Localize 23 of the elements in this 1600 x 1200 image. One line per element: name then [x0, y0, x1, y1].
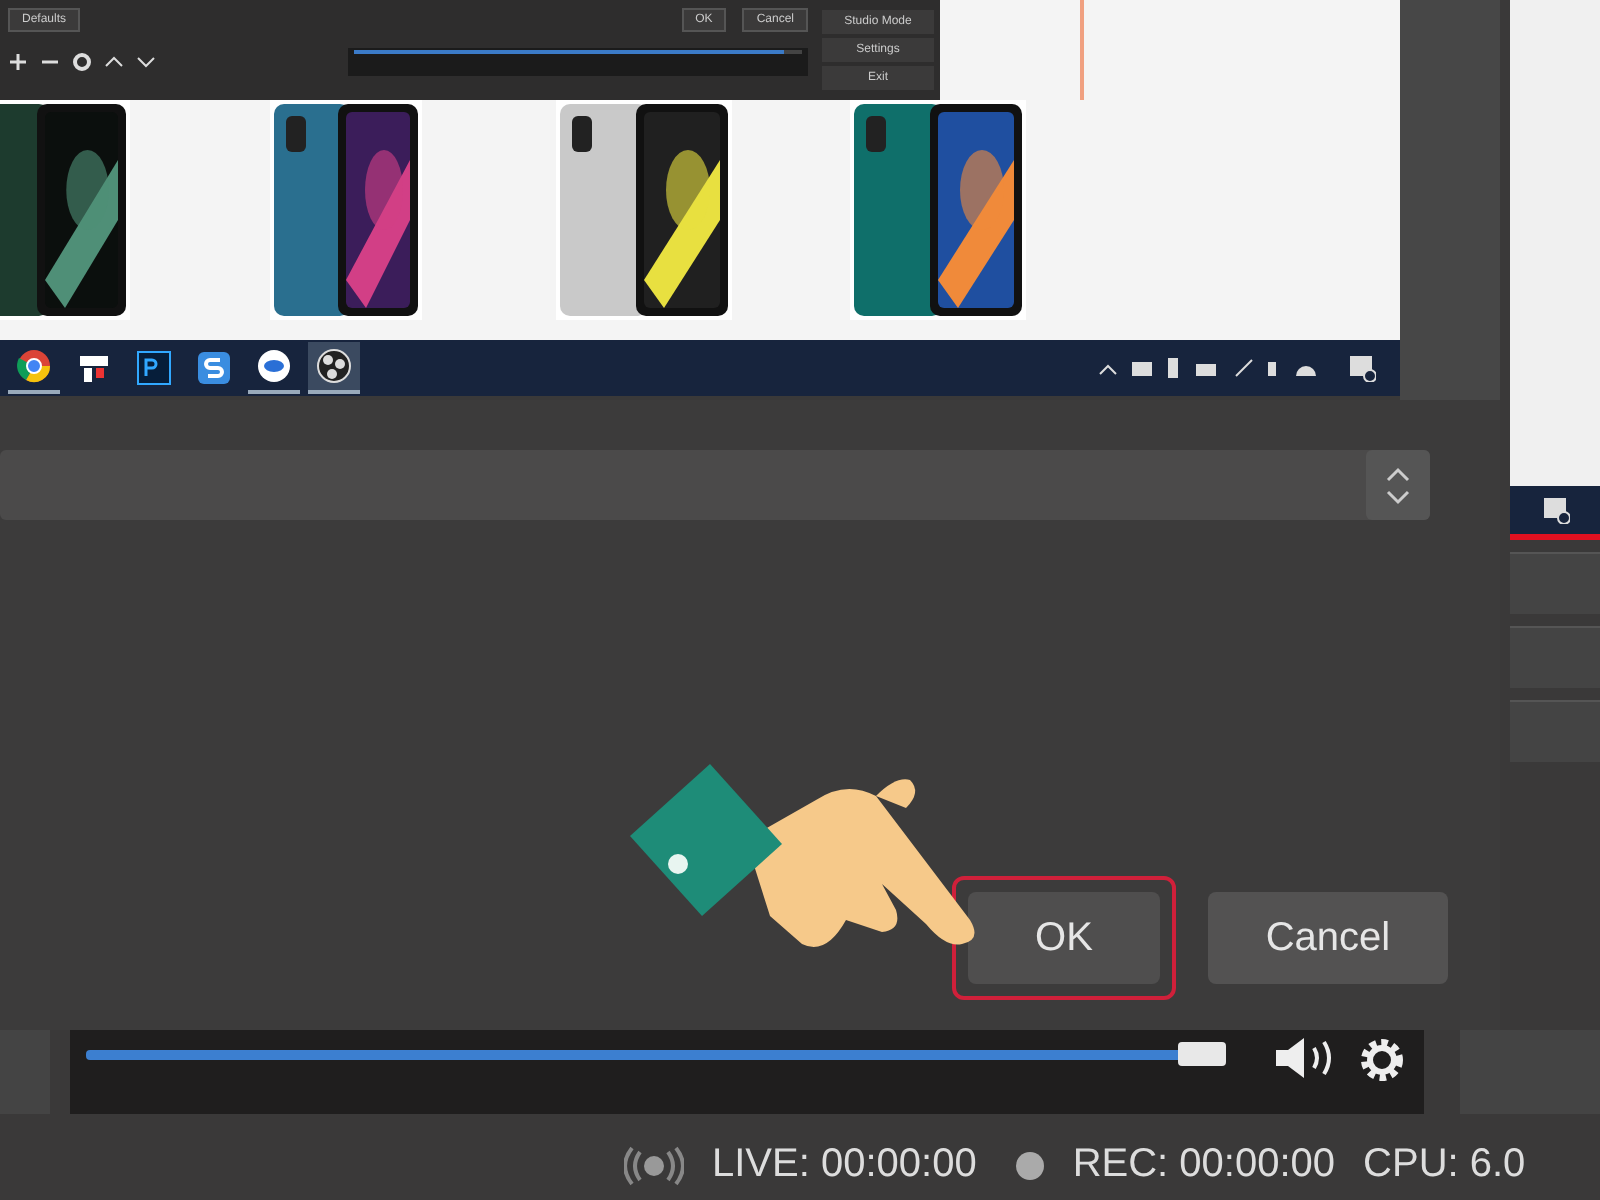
- rec-time: REC: 00:00:00: [1072, 1142, 1336, 1188]
- record-indicator-icon: [1016, 1151, 1045, 1179]
- spinner-icon[interactable]: [1386, 465, 1410, 505]
- down-icon[interactable]: [136, 52, 156, 72]
- volume-slider[interactable]: [348, 48, 808, 76]
- cancel-button[interactable]: Cancel: [1208, 892, 1448, 984]
- settings-icon[interactable]: [72, 52, 92, 72]
- browser-icon[interactable]: [16, 348, 52, 384]
- ok-button[interactable]: OK: [968, 892, 1160, 984]
- notification-icon[interactable]: [1541, 496, 1569, 524]
- spin-field[interactable]: [0, 450, 1430, 520]
- live-time: LIVE: 00:00:00: [712, 1142, 977, 1188]
- settings-icon[interactable]: [1356, 1034, 1409, 1086]
- up-icon[interactable]: [104, 52, 124, 72]
- cpu-usage: CPU: 6.0: [1363, 1142, 1526, 1188]
- chat-icon[interactable]: [256, 348, 292, 384]
- notification-icon[interactable]: [1348, 354, 1376, 382]
- add-icon[interactable]: [8, 52, 28, 72]
- broadcast-icon: [624, 1145, 684, 1185]
- recorder-icon[interactable]: [316, 348, 352, 384]
- editor-icon[interactable]: [136, 350, 172, 386]
- blocks-icon[interactable]: [78, 352, 110, 384]
- app-icon[interactable]: [196, 350, 232, 386]
